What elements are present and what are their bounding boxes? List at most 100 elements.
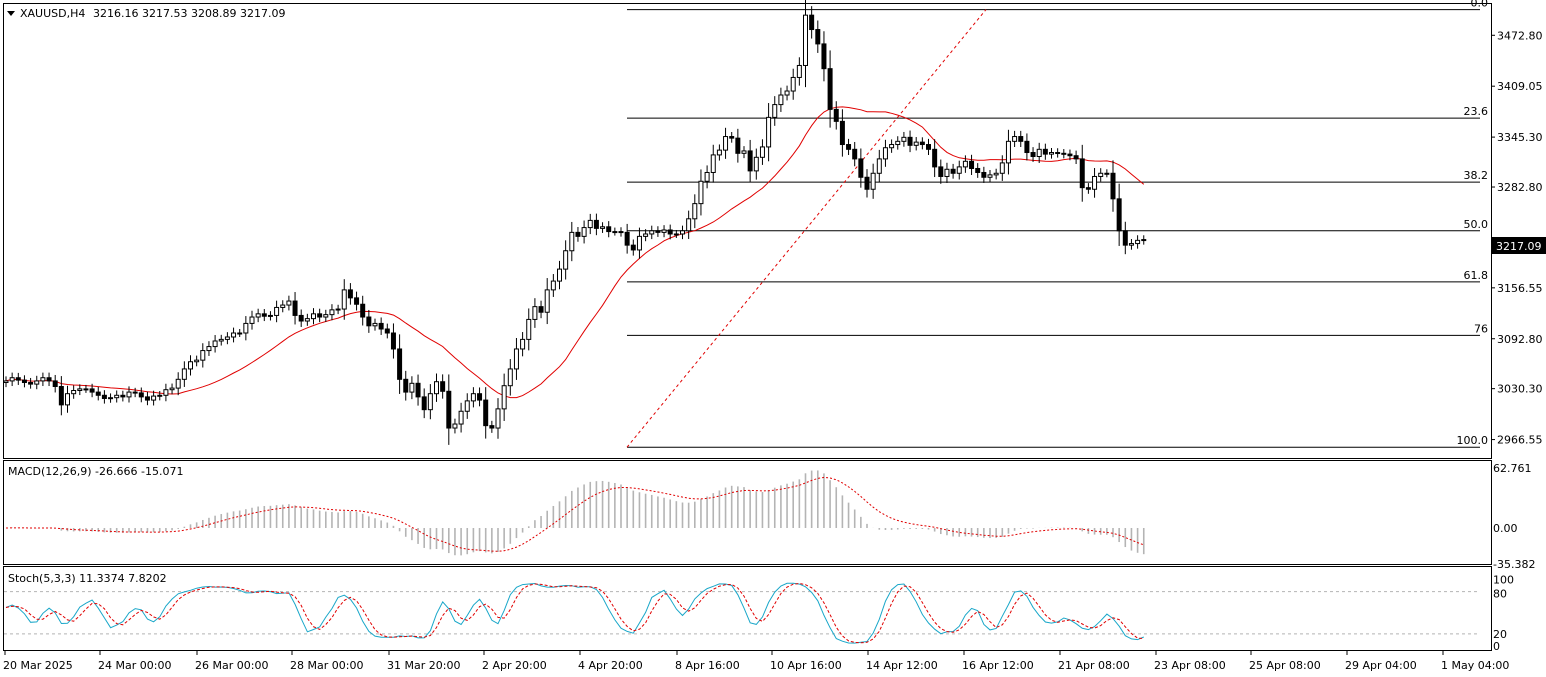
x-tick-label: 26 Mar 00:00 xyxy=(195,659,268,672)
candle-body xyxy=(292,300,298,316)
candle-body xyxy=(101,394,107,399)
trading-chart[interactable]: 0.0 23.6 38.2 50.0 61.8 76 100.0 3472.80 3409.0… xyxy=(0,0,1546,677)
candle-body xyxy=(753,156,759,172)
candle-body xyxy=(384,328,390,334)
macd-label: MACD(12,26,9) -26.666 -15.071 xyxy=(8,465,183,478)
candle-body xyxy=(772,104,778,118)
fib-level-label: 76 xyxy=(1474,322,1488,335)
candle-body xyxy=(692,203,698,220)
candle-body xyxy=(286,300,292,306)
candle-body xyxy=(1012,136,1018,142)
ohlc-values: 3216.16 3217.53 3208.89 3217.09 xyxy=(93,7,285,20)
candle-body xyxy=(698,180,704,205)
candle-body xyxy=(630,244,636,251)
candle-body xyxy=(83,388,89,391)
candle-body xyxy=(796,64,802,78)
candle-body xyxy=(563,250,569,270)
candle-body xyxy=(882,147,888,160)
candle-body xyxy=(323,314,329,318)
candle-body xyxy=(538,306,544,313)
candle-body xyxy=(569,231,575,252)
candle-body xyxy=(833,108,839,122)
candle-body xyxy=(1055,152,1061,155)
candle-body xyxy=(870,172,876,190)
candle-body xyxy=(550,280,556,291)
price-axis[interactable]: 3472.80 3409.05 3345.30 3282.80 3156.55 3092.… xyxy=(1491,29,1543,653)
y-tick-label: 3409.05 xyxy=(1497,80,1543,93)
time-axis[interactable]: 20 Mar 2025 24 Mar 00:00 26 Mar 00:00 28 Ma… xyxy=(3,651,1509,672)
candle-body xyxy=(231,332,237,338)
candle-body xyxy=(243,322,249,334)
candle-body xyxy=(329,309,335,316)
candle-body xyxy=(114,394,120,399)
candle-body xyxy=(464,400,470,412)
candle-body xyxy=(206,346,212,352)
candle-body xyxy=(132,391,138,394)
candle-body xyxy=(317,313,323,318)
candle-body xyxy=(95,391,101,396)
candle-body xyxy=(34,380,40,385)
candle-body xyxy=(803,14,808,66)
x-tick-label: 8 Apr 16:00 xyxy=(675,659,740,672)
candle-body xyxy=(680,230,685,235)
candle-body xyxy=(575,231,581,237)
candle-body xyxy=(809,14,815,31)
candle-body xyxy=(3,380,9,384)
candle-body xyxy=(655,230,661,233)
candle-body xyxy=(181,368,187,380)
candle-body xyxy=(969,160,975,169)
candle-body xyxy=(926,144,931,150)
candle-body xyxy=(157,394,163,397)
candle-body xyxy=(120,394,126,398)
candle-body xyxy=(46,377,52,382)
macd-pane[interactable] xyxy=(3,460,1492,565)
x-tick-label: 14 Apr 12:00 xyxy=(866,659,938,672)
x-tick-label: 31 Mar 20:00 xyxy=(387,659,460,672)
stoch-tick-label: 20 xyxy=(1493,628,1507,641)
candle-body xyxy=(71,389,77,395)
candle-body xyxy=(495,408,501,429)
candle-body xyxy=(163,389,169,396)
y-tick-label: 2966.55 xyxy=(1497,434,1543,447)
x-tick-label: 24 Mar 00:00 xyxy=(98,659,171,672)
candle-body xyxy=(686,218,692,232)
candle-body xyxy=(1005,140,1011,164)
stoch-tick-label: 100 xyxy=(1493,574,1514,587)
candle-body xyxy=(366,316,372,327)
candle-body xyxy=(643,233,649,237)
candle-body xyxy=(335,308,341,311)
candle-body xyxy=(1135,239,1141,245)
candle-body xyxy=(1122,230,1128,246)
candle-body xyxy=(913,141,919,146)
candle-body xyxy=(520,338,526,350)
candle-body xyxy=(58,386,64,406)
candle-body xyxy=(513,348,519,370)
y-tick-label: 3282.80 xyxy=(1497,181,1543,194)
candle-body xyxy=(434,381,439,395)
candle-body xyxy=(1092,175,1098,190)
candle-body xyxy=(311,313,316,320)
candle-body xyxy=(249,316,255,324)
stoch-pane[interactable] xyxy=(3,566,1492,651)
candle-body xyxy=(421,396,427,411)
candle-body xyxy=(280,304,286,308)
candle-body xyxy=(723,136,729,151)
candle-body xyxy=(526,318,532,340)
candle-body xyxy=(600,226,606,229)
candle-body xyxy=(255,313,261,318)
candle-body xyxy=(735,137,741,154)
candle-body xyxy=(397,348,403,380)
candle-body xyxy=(821,43,827,70)
x-tick-label: 20 Mar 2025 xyxy=(3,659,73,672)
candle-body xyxy=(218,338,224,342)
candle-body xyxy=(354,297,360,305)
candle-body xyxy=(895,140,901,146)
candle-body xyxy=(987,174,993,178)
stoch-label: Stoch(5,3,3) 11.3374 7.8202 xyxy=(8,572,167,585)
x-tick-label: 16 Apr 12:00 xyxy=(962,659,1034,672)
candle-body xyxy=(636,235,642,251)
candle-body xyxy=(1128,243,1134,246)
candle-body xyxy=(415,382,421,398)
candle-body xyxy=(409,382,415,393)
candle-body xyxy=(1061,152,1067,155)
